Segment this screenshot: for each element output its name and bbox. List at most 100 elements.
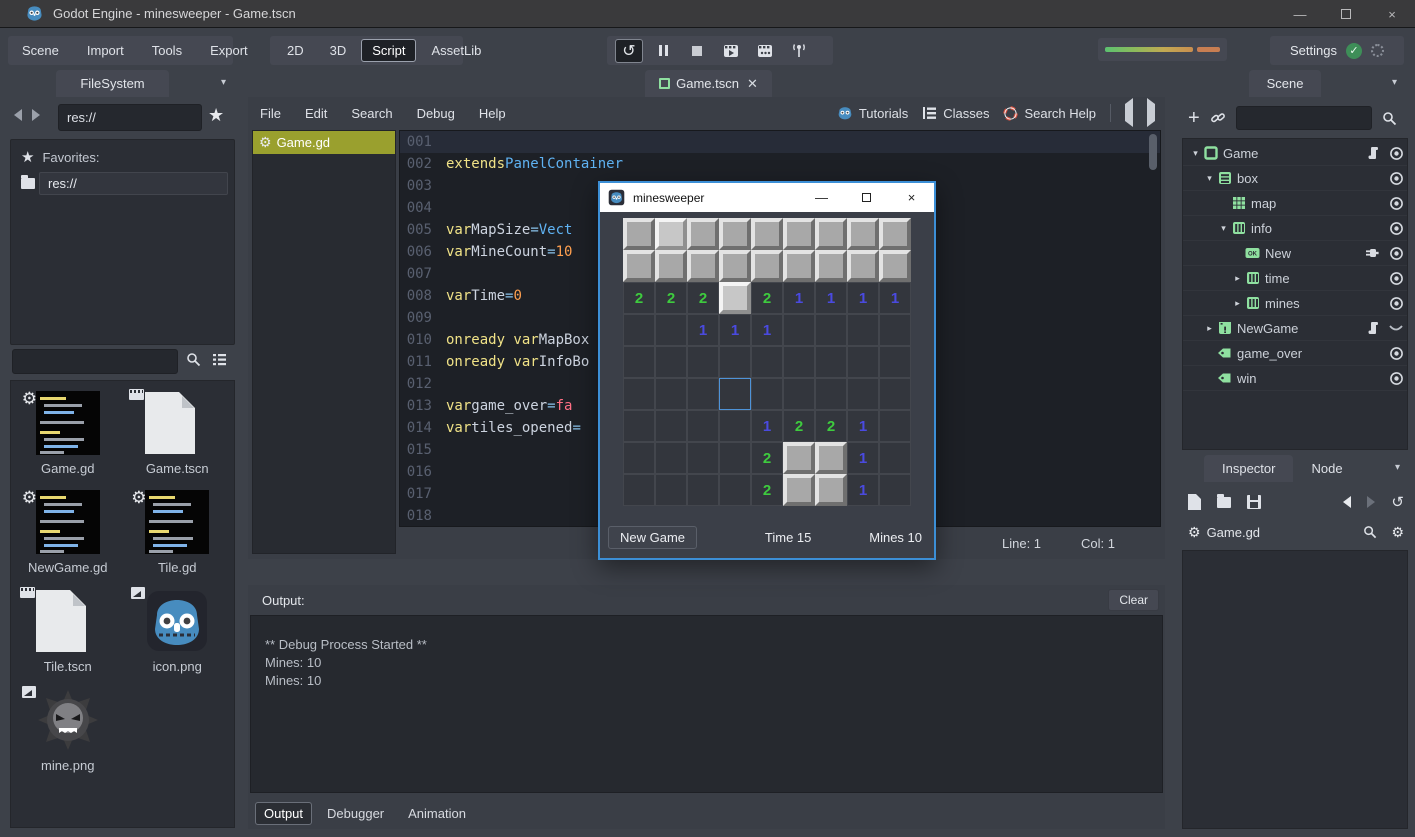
- favorite-star-button[interactable]: ★: [208, 105, 224, 126]
- ms-cell-open-number-r3c9[interactable]: 1: [879, 282, 911, 314]
- tree-expand-caret[interactable]: ▸: [1231, 273, 1244, 284]
- bottom-tab-animation[interactable]: Animation: [400, 803, 474, 824]
- add-node-button[interactable]: +: [1188, 107, 1200, 130]
- ms-cell-open-blank-r6c3[interactable]: [687, 378, 719, 410]
- main-menu-item-export[interactable]: Export: [196, 43, 262, 58]
- ms-tile-unopened-r1c8[interactable]: [847, 218, 879, 250]
- main-menu-item-import[interactable]: Import: [73, 43, 138, 58]
- ms-cell-open-blank-r6c2[interactable]: [655, 378, 687, 410]
- file-item-game-gd[interactable]: ⚙Game.gd: [13, 391, 123, 476]
- editor-menu-search[interactable]: Search: [339, 106, 404, 121]
- ms-cell-open-blank-r4c8[interactable]: [847, 314, 879, 346]
- filesystem-dock-tab[interactable]: FileSystem: [56, 70, 169, 97]
- script-history-forward[interactable]: [1147, 104, 1155, 122]
- replay-button[interactable]: ↺: [616, 40, 642, 62]
- scene-node-map[interactable]: map: [1183, 191, 1407, 216]
- attached-script-icon[interactable]: [1367, 146, 1379, 160]
- file-item-newgame-gd[interactable]: ⚙NewGame.gd: [13, 490, 123, 575]
- editor-menu-edit[interactable]: Edit: [293, 106, 339, 121]
- ms-cell-open-blank-r6c5[interactable]: [751, 378, 783, 410]
- tree-collapse-caret[interactable]: ▾: [1189, 148, 1202, 159]
- code-line-002[interactable]: 002extends PanelContainer: [400, 153, 1160, 175]
- ms-cell-open-blank-r8c2[interactable]: [655, 442, 687, 474]
- tree-collapse-caret[interactable]: ▾: [1203, 173, 1216, 184]
- ms-tile-unopened-highlight-r3c4[interactable]: [719, 282, 751, 314]
- scene-dock-tab[interactable]: Scene: [1249, 70, 1321, 97]
- ms-cell-open-number-r3c2[interactable]: 2: [655, 282, 687, 314]
- ms-cell-open-blank-r6c6[interactable]: [783, 378, 815, 410]
- ms-cell-open-blank-r6c8[interactable]: [847, 378, 879, 410]
- ms-cell-open-blank-r5c1[interactable]: [623, 346, 655, 378]
- ms-tile-unopened-r2c1[interactable]: [623, 250, 655, 282]
- ms-tile-unopened-r2c7[interactable]: [815, 250, 847, 282]
- ms-cell-open-number-r8c5[interactable]: 2: [751, 442, 783, 474]
- script-list-item[interactable]: ⚙ Game.gd: [253, 131, 395, 154]
- visibility-eye-icon[interactable]: [1385, 196, 1407, 211]
- fs-view-toggle-icon[interactable]: [212, 352, 227, 367]
- visibility-eye-icon[interactable]: [1385, 371, 1407, 386]
- scene-search-icon[interactable]: [1382, 111, 1397, 126]
- save-resource-icon[interactable]: [1247, 495, 1261, 509]
- ms-cell-open-blank-r4c2[interactable]: [655, 314, 687, 346]
- ms-cell-open-blank-r8c4[interactable]: [719, 442, 751, 474]
- scene-node-newgame[interactable]: ▸NewGame: [1183, 316, 1407, 341]
- scene-node-info[interactable]: ▾info: [1183, 216, 1407, 241]
- ms-cell-open-blank-r5c5[interactable]: [751, 346, 783, 378]
- script-history-back[interactable]: [1125, 104, 1133, 122]
- ms-cell-open-blank-r5c2[interactable]: [655, 346, 687, 378]
- ms-cell-open-blank-r4c6[interactable]: [783, 314, 815, 346]
- ms-tile-unopened-r9c7[interactable]: [815, 474, 847, 506]
- ms-cell-open-blank-r9c4[interactable]: [719, 474, 751, 506]
- workspace-tab-script[interactable]: Script: [362, 40, 415, 61]
- ms-cell-open-number-r3c3[interactable]: 2: [687, 282, 719, 314]
- inspector-search-icon[interactable]: [1363, 525, 1377, 539]
- history-icon[interactable]: ↺: [1391, 493, 1404, 511]
- ms-cell-open-blank-r4c7[interactable]: [815, 314, 847, 346]
- ms-tile-unopened-r1c4[interactable]: [719, 218, 751, 250]
- ms-cell-open-blank-r6c1[interactable]: [623, 378, 655, 410]
- ms-cell-open-number-r7c6[interactable]: 2: [783, 410, 815, 442]
- os-minimize-button[interactable]: —: [1277, 0, 1323, 28]
- ms-cell-open-blank-r7c1[interactable]: [623, 410, 655, 442]
- file-item-game-tscn[interactable]: Game.tscn: [123, 391, 233, 476]
- ms-cell-open-blank-r8c3[interactable]: [687, 442, 719, 474]
- inspector-tools-icon[interactable]: ⚙: [1391, 524, 1404, 541]
- ms-tile-unopened-r2c9[interactable]: [879, 250, 911, 282]
- scene-node-box[interactable]: ▾box: [1183, 166, 1407, 191]
- ms-maximize-button[interactable]: [844, 183, 889, 212]
- ms-cell-open-blank-r9c9[interactable]: [879, 474, 911, 506]
- help-link-tutorials[interactable]: Tutorials: [837, 106, 908, 121]
- file-item-icon-png[interactable]: icon.png: [123, 589, 233, 674]
- visibility-eye-icon[interactable]: [1385, 221, 1407, 236]
- os-close-button[interactable]: ×: [1369, 0, 1415, 28]
- play-custom-scene-button[interactable]: [752, 40, 778, 62]
- editor-menu-help[interactable]: Help: [467, 106, 518, 121]
- help-link-search-help[interactable]: Search Help: [1003, 106, 1096, 121]
- editor-menu-debug[interactable]: Debug: [405, 106, 467, 121]
- scene-node-mines[interactable]: ▸mines: [1183, 291, 1407, 316]
- ms-cell-open-blank-r4c1[interactable]: [623, 314, 655, 346]
- ms-tile-unopened-r8c6[interactable]: [783, 442, 815, 474]
- visibility-eye-icon[interactable]: [1385, 346, 1407, 361]
- ms-cell-focused-r6c4[interactable]: [719, 378, 751, 410]
- ms-cell-open-blank-r5c8[interactable]: [847, 346, 879, 378]
- ms-cell-open-blank-r9c3[interactable]: [687, 474, 719, 506]
- ms-cell-open-number-r7c7[interactable]: 2: [815, 410, 847, 442]
- ms-cell-open-blank-r5c6[interactable]: [783, 346, 815, 378]
- editor-menu-file[interactable]: File: [248, 106, 293, 121]
- code-line-001[interactable]: 001: [400, 131, 1160, 153]
- fs-res-row[interactable]: res://: [17, 172, 228, 195]
- bottom-tab-output[interactable]: Output: [256, 803, 311, 824]
- minesweeper-titlebar[interactable]: minesweeper — ×: [600, 183, 934, 212]
- ms-cell-open-blank-r9c2[interactable]: [655, 474, 687, 506]
- ms-cell-open-number-r4c4[interactable]: 1: [719, 314, 751, 346]
- ms-tile-unopened-r1c5[interactable]: [751, 218, 783, 250]
- stop-button[interactable]: [684, 40, 710, 62]
- ms-tile-unopened-r1c7[interactable]: [815, 218, 847, 250]
- visibility-eye-icon[interactable]: [1385, 246, 1407, 261]
- tree-collapse-caret[interactable]: ▾: [1217, 223, 1230, 234]
- ms-cell-open-blank-r7c9[interactable]: [879, 410, 911, 442]
- ms-tile-unopened-r1c1[interactable]: [623, 218, 655, 250]
- ms-tile-unopened-r2c6[interactable]: [783, 250, 815, 282]
- ms-tile-unopened-r8c7[interactable]: [815, 442, 847, 474]
